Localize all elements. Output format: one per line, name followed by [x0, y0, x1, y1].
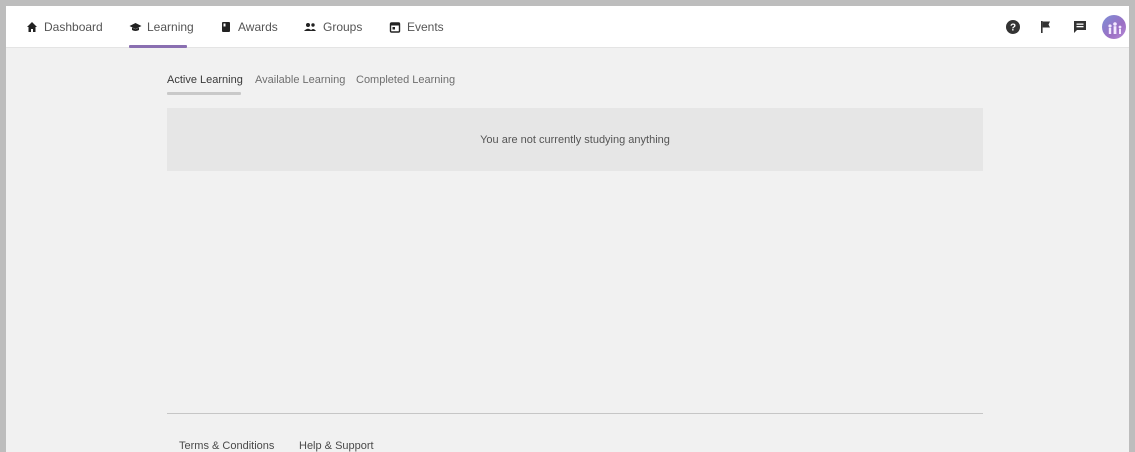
nav-events[interactable]: Events — [389, 6, 444, 48]
nav-awards[interactable]: Awards — [220, 6, 278, 48]
graduation-cap-icon — [129, 21, 142, 33]
top-navigation: Dashboard Learning Awards Groups Events — [6, 6, 1129, 48]
empty-state-panel: You are not currently studying anything — [167, 108, 983, 171]
footer-divider — [167, 413, 983, 414]
nav-dashboard-label: Dashboard — [44, 20, 103, 34]
nav-groups[interactable]: Groups — [303, 6, 362, 48]
active-tab-indicator — [167, 92, 241, 95]
avatar[interactable] — [1102, 15, 1126, 39]
nav-groups-label: Groups — [323, 20, 363, 34]
help-icon[interactable]: ? — [1003, 17, 1023, 37]
tab-completed-learning[interactable]: Completed Learning — [356, 74, 455, 86]
home-icon — [26, 21, 38, 33]
message-icon[interactable] — [1070, 17, 1090, 37]
app-window: Dashboard Learning Awards Groups Events — [0, 0, 1135, 452]
empty-state-message: You are not currently studying anything — [480, 133, 670, 146]
nav-events-label: Events — [407, 20, 444, 34]
footer-terms-link[interactable]: Terms & Conditions — [179, 440, 274, 452]
nav-dashboard[interactable]: Dashboard — [26, 6, 103, 48]
active-nav-indicator — [129, 45, 187, 48]
nav-learning[interactable]: Learning — [129, 6, 194, 48]
flag-icon[interactable] — [1036, 17, 1056, 37]
footer-help-link[interactable]: Help & Support — [299, 440, 374, 452]
nav-learning-label: Learning — [147, 20, 194, 34]
svg-text:?: ? — [1010, 23, 1016, 34]
nav-awards-label: Awards — [238, 20, 278, 34]
people-icon — [303, 21, 317, 33]
calendar-icon — [389, 21, 401, 33]
book-icon — [220, 21, 232, 33]
tab-available-learning[interactable]: Available Learning — [255, 74, 345, 86]
tab-active-learning[interactable]: Active Learning — [167, 74, 243, 86]
